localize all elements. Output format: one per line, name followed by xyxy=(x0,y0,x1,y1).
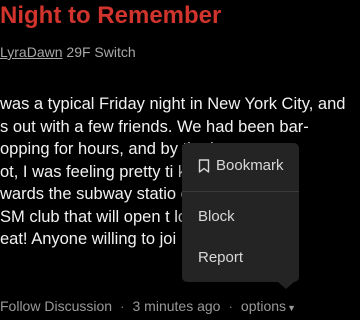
post-meta: LyraDawn 29F Switch xyxy=(0,44,136,60)
bookmark-icon xyxy=(198,159,210,173)
separator: · xyxy=(119,298,125,314)
menu-item-label: Bookmark xyxy=(216,157,284,174)
follow-discussion-link[interactable]: Follow Discussion xyxy=(0,298,112,314)
body-line: ot, I was feeling pretty ti ked bac xyxy=(0,162,236,181)
menu-divider xyxy=(182,191,299,192)
body-line: opping for hours, and by the las xyxy=(0,140,232,158)
menu-item-report[interactable]: Report xyxy=(182,238,299,278)
body-line: was a typical Friday night in New York C… xyxy=(0,95,346,113)
menu-item-block[interactable]: Block xyxy=(182,197,299,237)
author-link[interactable]: LyraDawn xyxy=(0,44,63,60)
menu-item-label: Block xyxy=(198,208,235,225)
body-line: s out with a few friends. We had been ba… xyxy=(0,117,309,136)
caret-down-icon: ▼ xyxy=(287,303,296,313)
body-line: eat! Anyone willing to joi xyxy=(0,230,177,248)
body-line: wards the subway statio oss a n xyxy=(0,185,234,203)
menu-item-label: Report xyxy=(198,249,244,266)
post-footer: Follow Discussion · 3 minutes ago · opti… xyxy=(0,298,296,314)
options-button[interactable]: options▼ xyxy=(241,298,296,314)
post-body: was a typical Friday night in New York C… xyxy=(0,93,360,251)
post-title: Night to Remember xyxy=(0,2,222,29)
menu-item-bookmark[interactable]: Bookmark xyxy=(182,146,299,186)
author-info: 29F Switch xyxy=(66,44,136,60)
separator: · xyxy=(228,298,234,314)
options-menu: Bookmark Block Report xyxy=(182,143,299,289)
post-timestamp: 3 minutes ago xyxy=(132,298,221,314)
options-label: options xyxy=(240,298,287,314)
body-line: SM club that will open t looks xyxy=(0,207,213,226)
